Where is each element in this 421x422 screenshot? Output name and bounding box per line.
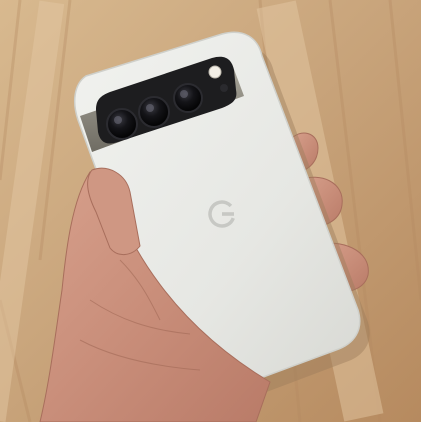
camera-lens-3 xyxy=(173,83,203,113)
photo-illustration xyxy=(0,0,421,422)
photo-scene xyxy=(0,0,421,422)
camera-flash xyxy=(208,65,222,79)
camera-sensor xyxy=(220,84,228,92)
camera-lens-1 xyxy=(106,108,138,140)
camera-lens-2 xyxy=(138,96,170,128)
